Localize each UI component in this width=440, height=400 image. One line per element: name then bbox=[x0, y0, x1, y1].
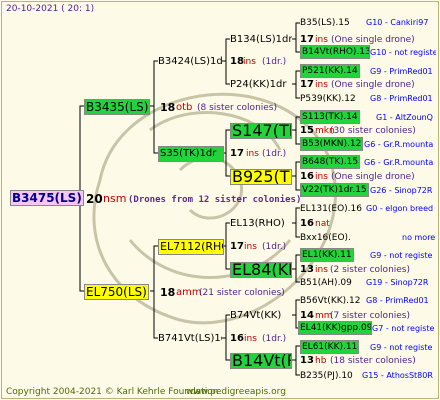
gen4-queen-11[interactable]: B51(AH).09 bbox=[300, 277, 352, 289]
gen4-info-11: G19 - Sinop72R bbox=[366, 278, 429, 287]
gen2-year-1: 17 bbox=[230, 148, 244, 159]
gen4-info-4: G1 - AltZounQ bbox=[376, 113, 433, 122]
gen4-queen-12[interactable]: B56Vt(KK).12 bbox=[300, 295, 360, 307]
gen3-breeder-5: ins bbox=[315, 265, 328, 275]
root-queen[interactable]: B3475(LS) bbox=[10, 190, 84, 206]
gen4-queen-8[interactable]: EL131(EO).16 bbox=[300, 203, 362, 215]
gen3-breeder-4: nat bbox=[315, 219, 330, 229]
gen3-year-4: 16 bbox=[300, 218, 314, 229]
gen3-queen-6[interactable]: B74Vt(KK) bbox=[230, 310, 292, 322]
gen4-info-7: G26 - Sinop72R bbox=[370, 186, 433, 195]
gen3-queen-0[interactable]: B134(LS)1dr bbox=[230, 34, 292, 46]
gen4-queen-7[interactable]: V22(TK)1dr.15 bbox=[300, 183, 369, 197]
gen2-year-2: 17 bbox=[230, 241, 244, 252]
gen4-queen-15[interactable]: B235(PJ).10 bbox=[300, 370, 353, 382]
gen4-queen-1[interactable]: B14Vt(RHO).13 bbox=[300, 45, 370, 59]
gen4-info-10: G9 - not registe bbox=[370, 251, 433, 260]
gen2-note-2: (1dr.) bbox=[262, 242, 287, 252]
gen3-queen-2[interactable]: S147(TK) bbox=[230, 123, 292, 139]
gen2-breeder-2: ins bbox=[244, 242, 257, 252]
gen4-info-9: no more bbox=[402, 233, 436, 242]
gen1-note-1: (21 sister colonies) bbox=[199, 288, 285, 298]
gen2-breeder-3: ins bbox=[244, 334, 257, 344]
gen2-breeder-0: ins bbox=[243, 57, 256, 67]
root-year: 20 bbox=[86, 192, 103, 206]
gen2-queen-2[interactable]: EL7112(RHO) bbox=[158, 239, 224, 255]
gen4-queen-0[interactable]: B35(LS).15 bbox=[300, 17, 350, 29]
gen1-queen-0[interactable]: B3435(LS) bbox=[84, 99, 151, 115]
gen2-queen-0[interactable]: B3424(LS)1dr bbox=[158, 56, 222, 68]
gen3-queen-7[interactable]: B14Vt(RHO) bbox=[230, 353, 292, 369]
gen4-info-1: G10 - not registe bbox=[370, 48, 436, 57]
gen4-queen-10[interactable]: EL1(KK).11 bbox=[300, 248, 354, 262]
site-link[interactable]: www.pedigreeapis.org bbox=[186, 386, 286, 398]
root-breeder: nsm bbox=[103, 192, 127, 205]
gen3-note-1: (One single drone) bbox=[331, 80, 415, 90]
gen2-year-0: 18 bbox=[230, 56, 244, 67]
pedigree-chart: 20-10-2021 ( 20: 1) Copyright 2004-2021 … bbox=[0, 0, 440, 400]
gen4-info-13: G7 - not registe bbox=[372, 324, 435, 333]
gen4-info-6: G6 - Gr.R.mounta bbox=[364, 158, 434, 167]
gen2-note-3: (1dr.) bbox=[262, 334, 287, 344]
gen4-info-0: G10 - Cankiri97 bbox=[366, 18, 429, 27]
gen3-breeder-7: hb bbox=[315, 356, 327, 366]
gen1-breeder-1: amm bbox=[176, 287, 202, 298]
gen3-year-3: 16 bbox=[300, 171, 314, 182]
gen3-queen-5[interactable]: EL84(KK) bbox=[230, 262, 292, 278]
gen1-year-1: 18 bbox=[160, 286, 176, 299]
gen1-breeder-0: otb bbox=[176, 102, 193, 113]
gen4-info-8: G0 - elgon breed bbox=[366, 204, 434, 213]
gen4-queen-6[interactable]: B648(TK).15 bbox=[300, 155, 361, 169]
gen4-queen-2[interactable]: P521(KK).14 bbox=[300, 64, 360, 78]
gen3-note-3: (One single drone) bbox=[331, 172, 415, 182]
gen3-queen-4[interactable]: EL13(RHO) bbox=[230, 218, 292, 230]
gen3-queen-1[interactable]: P24(KK)1dr bbox=[230, 79, 292, 91]
date-header: 20-10-2021 ( 20: 1) bbox=[6, 4, 95, 14]
gen4-queen-5[interactable]: B53(MKN).12 bbox=[300, 137, 364, 151]
gen4-queen-4[interactable]: S113(TK).14 bbox=[300, 110, 360, 124]
gen3-breeder-3: ins bbox=[315, 172, 328, 182]
gen4-info-2: G9 - PrimRed01 bbox=[370, 67, 433, 76]
gen1-note-0: (8 sister colonies) bbox=[197, 103, 278, 113]
gen2-queen-1[interactable]: S35(TK)1dr bbox=[158, 146, 224, 162]
gen3-queen-3[interactable]: B925(TK)1dr bbox=[230, 169, 292, 185]
gen4-info-12: G8 - PrimRed01 bbox=[366, 296, 429, 305]
gen4-info-15: G15 - AthosSt80R bbox=[362, 371, 433, 380]
gen2-breeder-1: ins bbox=[246, 149, 259, 159]
gen4-info-3: G8 - PrimRed01 bbox=[370, 94, 433, 103]
gen4-queen-9[interactable]: Bxx16(EO). bbox=[300, 232, 351, 244]
gen3-breeder-1: ins bbox=[315, 80, 328, 90]
gen1-year-0: 18 bbox=[160, 101, 176, 114]
gen2-note-1: (1dr.) bbox=[262, 149, 287, 159]
gen4-info-14: G9 - not registe bbox=[370, 343, 433, 352]
gen1-queen-1[interactable]: EL750(LS) bbox=[84, 284, 149, 300]
gen4-info-5: G6 - Gr.R.mounta bbox=[364, 140, 434, 149]
gen3-year-5: 13 bbox=[300, 264, 314, 275]
gen2-queen-3[interactable]: B741Vt(LS)1dr bbox=[158, 333, 222, 345]
gen2-note-0: (1dr.) bbox=[262, 57, 287, 67]
gen4-queen-3[interactable]: P539(KK).12 bbox=[300, 93, 356, 105]
gen3-year-1: 17 bbox=[300, 79, 314, 90]
gen3-note-2: (30 sister colonies) bbox=[330, 126, 416, 136]
gen4-queen-14[interactable]: EL61(KK).11 bbox=[300, 340, 360, 354]
gen3-note-5: (2 sister colonies) bbox=[330, 265, 411, 275]
gen3-year-7: 13 bbox=[300, 355, 314, 366]
root-note: (Drones from 12 sister colonies) bbox=[128, 195, 302, 205]
gen3-note-7: (18 sister colonies) bbox=[330, 356, 416, 366]
gen4-queen-13[interactable]: EL41(KK)gpp.09 bbox=[298, 321, 372, 335]
gen3-year-2: 15 bbox=[300, 125, 314, 136]
gen2-year-3: 16 bbox=[230, 333, 244, 344]
